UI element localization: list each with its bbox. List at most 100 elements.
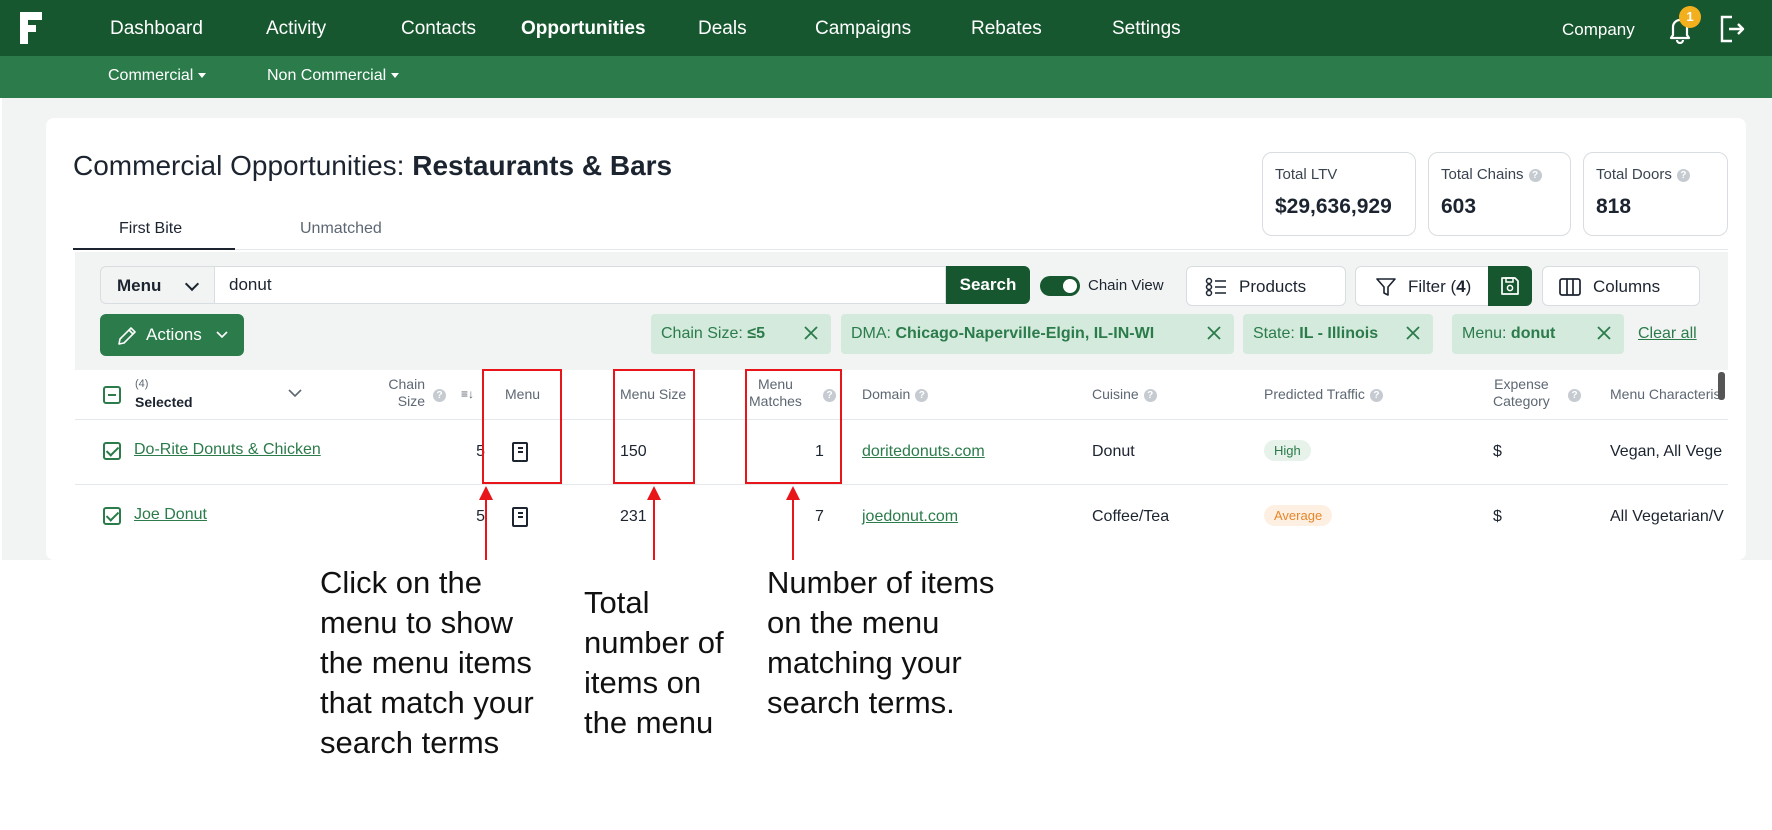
close-icon[interactable] [1207,326,1221,340]
header-menu-characteristics[interactable]: Menu Characteris [1610,386,1721,402]
highlight-box-menu-size [613,369,695,484]
chain-name-link[interactable]: Do-Rite Donuts & Chicken [134,441,321,459]
traffic-badge: Average [1264,505,1333,526]
help-icon[interactable]: ? [1568,389,1581,402]
table-row: Do-Rite Donuts & Chicken 5 150 1 dorited… [75,420,1728,485]
active-tab-indicator [73,248,235,250]
stat-total-chains: Total Chains? 603 [1428,152,1571,236]
search-field-select[interactable]: Menu [100,266,214,304]
save-icon [1501,277,1519,295]
chain-view-toggle[interactable] [1040,276,1080,296]
page-title: Commercial Opportunities: Restaurants & … [73,150,673,181]
close-icon[interactable] [1597,326,1611,340]
list-icon [1205,277,1226,297]
close-icon[interactable] [1406,326,1420,340]
app-root: Dashboard Activity Contacts Opportunitie… [0,0,1772,830]
annotation-menu: Click on the menu to show the menu items… [320,565,534,760]
characteristics-value: Vegan, All Vege [1610,443,1723,460]
search-button[interactable]: Search [946,266,1030,304]
selected-label: Selected [135,394,193,410]
logout-icon[interactable] [1718,14,1746,44]
traffic-badge: High [1264,440,1311,461]
expense-value: $ [1493,508,1502,525]
actions-button[interactable]: Actions [100,314,244,356]
filter-chip-state: State: IL - Illinois [1243,314,1433,354]
menu-matches-value: 7 [815,508,824,525]
menu-size-value: 231 [620,508,647,525]
nav-activity[interactable]: Activity [266,18,326,40]
tab-first-bite[interactable]: First Bite [119,220,182,238]
subnav-non-commercial[interactable]: Non Commercial [267,67,400,85]
top-navigation-bar: Dashboard Activity Contacts Opportunitie… [0,0,1772,56]
caret-down-icon [198,73,207,79]
menu-document-icon[interactable] [512,507,528,527]
nav-campaigns[interactable]: Campaigns [815,18,911,40]
help-icon[interactable]: ? [915,388,929,402]
sub-navigation-bar: Commercial Non Commercial [0,56,1772,98]
domain-link[interactable]: doritedonuts.com [862,443,985,461]
cuisine-value: Donut [1092,443,1135,460]
nav-rebates[interactable]: Rebates [971,18,1042,40]
cuisine-value: Coffee/Tea [1092,508,1170,525]
arrow-line [485,498,487,560]
columns-icon [1559,278,1581,296]
header-domain[interactable]: Domain? [862,386,929,402]
help-icon[interactable]: ? [1143,388,1157,402]
nav-dashboard[interactable]: Dashboard [110,18,203,40]
columns-button[interactable]: Columns [1542,266,1700,306]
domain-link[interactable]: joedonut.com [862,508,958,526]
caret-down-icon [391,73,400,79]
tab-unmatched[interactable]: Unmatched [300,220,382,238]
header-cuisine[interactable]: Cuisine? [1092,386,1157,402]
chevron-down-icon [184,276,200,292]
filter-button[interactable]: Filter (4) [1355,266,1491,306]
row-checkbox[interactable] [103,442,121,460]
table-scrollbar[interactable] [1718,372,1725,400]
annotation-menu-size: Total number of items on the menu [584,585,724,740]
nav-settings[interactable]: Settings [1112,18,1181,40]
nav-deals[interactable]: Deals [698,18,747,40]
chain-name-link[interactable]: Joe Donut [134,506,207,524]
annotation-menu-matches: Number of items on the menu matching you… [767,565,995,720]
table-header: (4) Selected Chain Size ? ≡↓ Menu Menu Si… [75,370,1728,420]
stat-total-doors: Total Doors? 818 [1583,152,1728,236]
arrow-line [653,498,655,560]
clear-all-link[interactable]: Clear all [1638,325,1697,343]
filter-chip-dma: DMA: Chicago-Naperville-Elgin, IL-IN-WI [841,314,1234,354]
help-icon[interactable]: ? [433,389,446,402]
subnav-commercial[interactable]: Commercial [108,67,207,85]
header-predicted-traffic[interactable]: Predicted Traffic? [1264,386,1383,402]
notification-badge: 1 [1679,6,1701,28]
expense-value: $ [1493,443,1502,460]
toggle-knob [1063,279,1077,293]
characteristics-value: All Vegetarian/V [1610,508,1724,525]
filter-chip-chain-size: Chain Size: ≤5 [651,314,831,354]
row-checkbox[interactable] [103,507,121,525]
filter-chip-menu: Menu: donut [1452,314,1624,354]
chevron-down-icon [216,331,228,339]
help-icon[interactable]: ? [1676,168,1690,182]
chevron-down-icon[interactable] [288,389,302,398]
header-expense-category[interactable]: Expense Category [1493,376,1550,410]
help-icon[interactable]: ? [1528,168,1542,182]
help-icon[interactable]: ? [1369,388,1383,402]
products-button[interactable]: Products [1186,266,1346,306]
tabs-divider [73,249,1728,250]
save-filter-button[interactable] [1488,266,1532,306]
chain-view-label: Chain View [1088,277,1164,294]
select-all-checkbox[interactable] [103,386,121,404]
arrow-line [792,498,794,560]
close-icon[interactable] [804,326,818,340]
header-chain-size[interactable]: Chain Size [385,376,425,410]
highlight-box-menu [482,369,562,484]
table-row: Joe Donut 5 231 7 joedonut.com Coffee/Te… [75,486,1728,550]
stat-total-ltv: Total LTV $29,636,929 [1262,152,1416,236]
nav-contacts[interactable]: Contacts [401,18,476,40]
f-logo-icon[interactable] [18,10,46,46]
chain-size-value: 5 [476,508,485,525]
funnel-icon [1376,278,1396,296]
nav-opportunities[interactable]: Opportunities [521,18,646,40]
sort-icon[interactable]: ≡↓ [461,387,474,401]
company-menu[interactable]: Company [1562,20,1635,40]
search-input[interactable] [214,266,946,304]
